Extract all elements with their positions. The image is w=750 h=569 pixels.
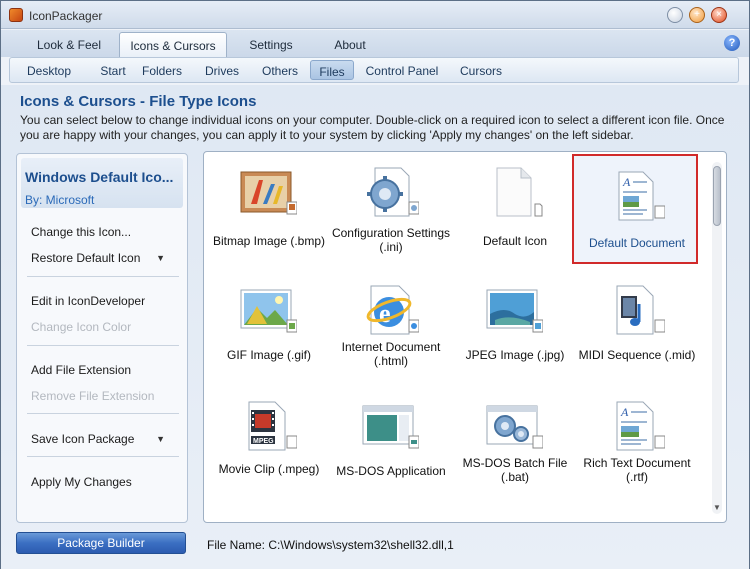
icon-label: MS-DOS Batch File (.bat) — [462, 456, 568, 484]
icon-label: Rich Text Document (.rtf) — [583, 456, 691, 484]
mpeg-film-icon: MPEG — [239, 400, 298, 452]
tab-settings[interactable]: Settings — [235, 32, 307, 57]
subtab-control-panel[interactable]: Control Panel — [362, 60, 442, 80]
config-gear-icon — [361, 166, 420, 218]
window-title: IconPackager — [29, 9, 103, 23]
iconpackager-window: IconPackager + × Look & Feel Icons & Cur… — [0, 0, 750, 569]
page-description: You can select below to change individua… — [20, 113, 725, 142]
change-icon-color-action: Change Icon Color — [31, 320, 132, 334]
sidebar: Windows Default Ico... By: Microsoft Cha… — [16, 153, 188, 523]
gif-image-icon — [239, 284, 298, 336]
page-title: Icons & Cursors - File Type Icons — [20, 93, 257, 110]
icon-cell-default-icon[interactable]: Default Icon — [452, 152, 578, 262]
change-icon-action[interactable]: Change this Icon... — [31, 225, 131, 239]
rtf-document-icon: A — [607, 400, 666, 452]
msdos-window-icon — [361, 400, 420, 452]
maximize-button[interactable]: + — [689, 7, 705, 23]
add-file-extension-action[interactable]: Add File Extension — [31, 363, 131, 377]
sub-tab-bar: Desktop Start Folders Drives Others File… — [9, 57, 739, 83]
close-button[interactable]: × — [711, 7, 727, 23]
internet-explorer-icon: e — [361, 284, 420, 336]
icon-package-name: Windows Default Ico... — [25, 169, 174, 185]
tab-about[interactable]: About — [317, 32, 383, 57]
chevron-down-icon[interactable]: ▼ — [156, 434, 165, 444]
text-document-icon: A — [607, 170, 666, 222]
icon-cell-jpeg[interactable]: JPEG Image (.jpg) — [452, 270, 578, 380]
chevron-down-icon[interactable]: ▼ — [156, 253, 165, 263]
subtab-files[interactable]: Files — [310, 60, 354, 80]
icon-cell-default-document[interactable]: A Default Document — [572, 154, 698, 264]
icon-label: Default Icon — [482, 234, 548, 248]
tab-look-and-feel[interactable]: Look & Feel — [25, 32, 113, 57]
icon-cell-bitmap[interactable]: Bitmap Image (.bmp) — [206, 152, 332, 262]
file-type-icon-grid: Bitmap Image (.bmp) Configuration Settin… — [203, 151, 727, 523]
subtab-folders[interactable]: Folders — [136, 60, 188, 80]
icon-cell-config[interactable]: Configuration Settings (.ini) — [328, 152, 454, 262]
icon-label: Internet Document (.html) — [341, 340, 441, 368]
icon-cell-msdos-app[interactable]: MS-DOS Application — [328, 386, 454, 496]
icon-label: Configuration Settings (.ini) — [331, 226, 451, 254]
icon-cell-html[interactable]: e Internet Document (.html) — [328, 270, 454, 380]
sidebar-divider — [27, 345, 179, 346]
jpeg-image-icon — [485, 284, 544, 336]
bitmap-icon — [239, 166, 298, 218]
blank-document-icon — [485, 166, 543, 218]
subtab-drives[interactable]: Drives — [196, 60, 248, 80]
restore-default-icon-action[interactable]: Restore Default Icon — [31, 251, 140, 265]
svg-text:MPEG: MPEG — [253, 438, 274, 445]
icon-label: GIF Image (.gif) — [226, 348, 312, 362]
subtab-start[interactable]: Start — [88, 60, 138, 80]
main-tab-bar: Look & Feel Icons & Cursors Settings Abo… — [1, 30, 749, 57]
icon-cell-midi[interactable]: MIDI Sequence (.mid) — [574, 270, 700, 380]
file-name-status: File Name: C:\Windows\system32\shell32.d… — [207, 538, 454, 552]
icon-cell-rtf[interactable]: A Rich Text Document (.rtf) — [574, 386, 700, 496]
help-icon[interactable]: ? — [724, 35, 740, 51]
vertical-scrollbar[interactable]: ▼ — [712, 162, 722, 514]
package-builder-button[interactable]: Package Builder — [16, 532, 186, 554]
icon-label: Bitmap Image (.bmp) — [212, 234, 326, 248]
apply-my-changes-action[interactable]: Apply My Changes — [31, 475, 132, 489]
icon-label: MIDI Sequence (.mid) — [578, 348, 696, 362]
scrollbar-thumb[interactable] — [713, 166, 721, 226]
sidebar-header: Windows Default Ico... By: Microsoft — [21, 158, 183, 208]
edit-in-icondeveloper-action[interactable]: Edit in IconDeveloper — [31, 294, 145, 308]
title-bar: IconPackager + × — [1, 1, 749, 29]
iconpackager-app-icon — [9, 8, 23, 22]
tab-icons-and-cursors[interactable]: Icons & Cursors — [119, 32, 227, 57]
midi-icon — [607, 284, 666, 336]
icon-label: JPEG Image (.jpg) — [465, 348, 565, 362]
icon-cell-gif[interactable]: GIF Image (.gif) — [206, 270, 332, 380]
remove-file-extension-action: Remove File Extension — [31, 389, 155, 403]
subtab-others[interactable]: Others — [254, 60, 306, 80]
icon-label: Default Document — [588, 236, 686, 250]
sidebar-divider — [27, 413, 179, 414]
sidebar-divider — [27, 456, 179, 457]
icon-label: MS-DOS Application — [336, 464, 446, 478]
svg-text:A: A — [622, 175, 631, 189]
sidebar-divider — [27, 276, 179, 277]
svg-text:A: A — [620, 405, 629, 419]
subtab-desktop[interactable]: Desktop — [16, 60, 82, 80]
save-icon-package-action[interactable]: Save Icon Package — [31, 432, 134, 446]
scroll-down-arrow-icon[interactable]: ▼ — [713, 503, 721, 512]
icon-cell-batch[interactable]: MS-DOS Batch File (.bat) — [452, 386, 578, 496]
batch-gear-icon — [485, 400, 544, 452]
icon-label: Movie Clip (.mpeg) — [218, 462, 320, 476]
icon-cell-mpeg[interactable]: MPEG Movie Clip (.mpeg) — [206, 386, 332, 496]
subtab-cursors[interactable]: Cursors — [452, 60, 510, 80]
icon-package-author: By: Microsoft — [25, 193, 95, 207]
minimize-button[interactable] — [667, 7, 683, 23]
